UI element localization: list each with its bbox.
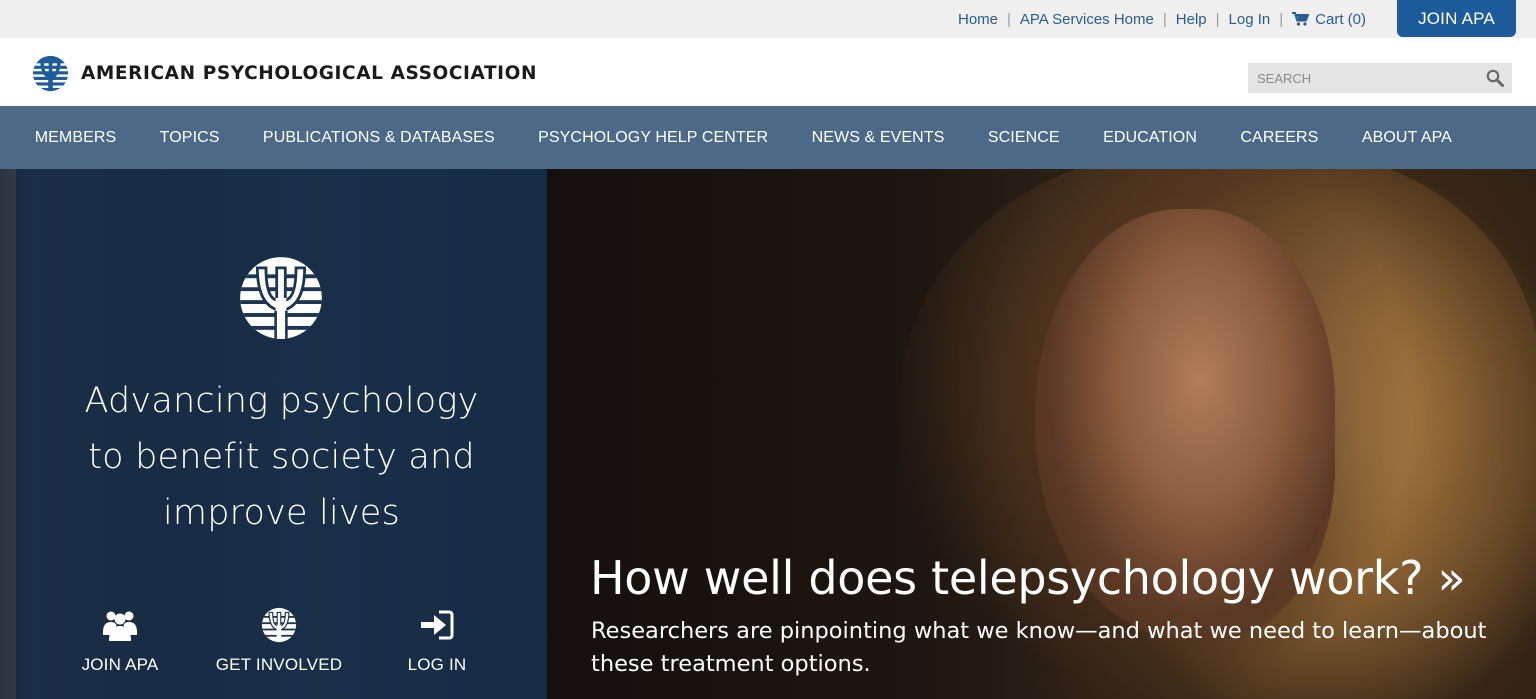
mission-tagline: Advancing psychology to benefit society …	[16, 373, 547, 541]
hero-banner: Advancing psychology to benefit society …	[0, 169, 1536, 699]
search-box	[1248, 63, 1512, 93]
nav-item-news-events[interactable]: NEWS & EVENTS	[790, 129, 966, 147]
sign-in-icon	[421, 610, 454, 640]
panel-actions: JOIN APA GET INVOLVED LOG IN	[16, 607, 547, 687]
home-link[interactable]: Home	[958, 11, 998, 28]
mission-panel: Advancing psychology to benefit society …	[16, 169, 547, 699]
nav-item-publications-databases[interactable]: PUBLICATIONS & DATABASES	[241, 129, 516, 147]
apa-logo-icon	[261, 607, 297, 643]
main-nav: MEMBERS TOPICS PUBLICATIONS & DATABASES …	[0, 106, 1536, 169]
apa-logo-icon	[240, 257, 322, 339]
tagline-line: Advancing psychology	[84, 381, 479, 421]
hero-subtext: Researchers are pinpointing what we know…	[591, 618, 1487, 677]
cart-icon	[1292, 11, 1310, 26]
nav-item-topics[interactable]: TOPICS	[138, 129, 241, 147]
nav-item-members[interactable]: MEMBERS	[13, 129, 138, 147]
search-icon[interactable]	[1486, 69, 1504, 87]
separator: |	[1007, 10, 1011, 28]
apa-logo[interactable]: AMERICAN PSYCHOLOGICAL ASSOCIATION	[32, 55, 537, 92]
join-apa-action[interactable]: JOIN APA	[45, 607, 195, 675]
cart-label: Cart (0)	[1315, 10, 1366, 28]
apa-services-home-link[interactable]: APA Services Home	[1020, 11, 1154, 28]
nav-item-about-apa[interactable]: ABOUT APA	[1340, 129, 1474, 147]
utility-bar: Home | APA Services Home | Help | Log In…	[0, 0, 1536, 38]
hero-headline-link[interactable]: How well does telepsychology work? »	[590, 551, 1466, 605]
separator: |	[1162, 10, 1167, 28]
search-input[interactable]	[1248, 63, 1478, 93]
log-in-action[interactable]: LOG IN	[362, 607, 512, 675]
log-in-link[interactable]: Log In	[1229, 11, 1271, 28]
join-apa-label: JOIN APA	[81, 655, 159, 674]
help-link[interactable]: Help	[1176, 11, 1207, 28]
utility-links: Home | APA Services Home | Help | Log In…	[958, 0, 1366, 38]
tagline-line: to benefit society and	[88, 437, 475, 477]
nav-item-science[interactable]: SCIENCE	[966, 129, 1081, 147]
nav-item-psychology-help-center[interactable]: PSYCHOLOGY HELP CENTER	[516, 129, 790, 147]
site-header: AMERICAN PSYCHOLOGICAL ASSOCIATION	[0, 38, 1536, 106]
cart-link[interactable]: Cart (0)	[1292, 11, 1366, 28]
users-icon	[103, 611, 137, 641]
tagline-line: improve lives	[163, 493, 400, 533]
log-in-label: LOG IN	[407, 655, 467, 674]
separator: |	[1279, 10, 1284, 28]
get-involved-action[interactable]: GET INVOLVED	[204, 607, 354, 675]
get-involved-label: GET INVOLVED	[215, 655, 343, 674]
nav-item-education[interactable]: EDUCATION	[1081, 129, 1218, 147]
join-apa-button[interactable]: JOIN APA	[1397, 0, 1516, 37]
apa-logo-icon	[32, 55, 69, 92]
logo-text: AMERICAN PSYCHOLOGICAL ASSOCIATION	[81, 63, 538, 84]
nav-item-careers[interactable]: CAREERS	[1219, 129, 1340, 147]
separator: |	[1215, 10, 1220, 28]
